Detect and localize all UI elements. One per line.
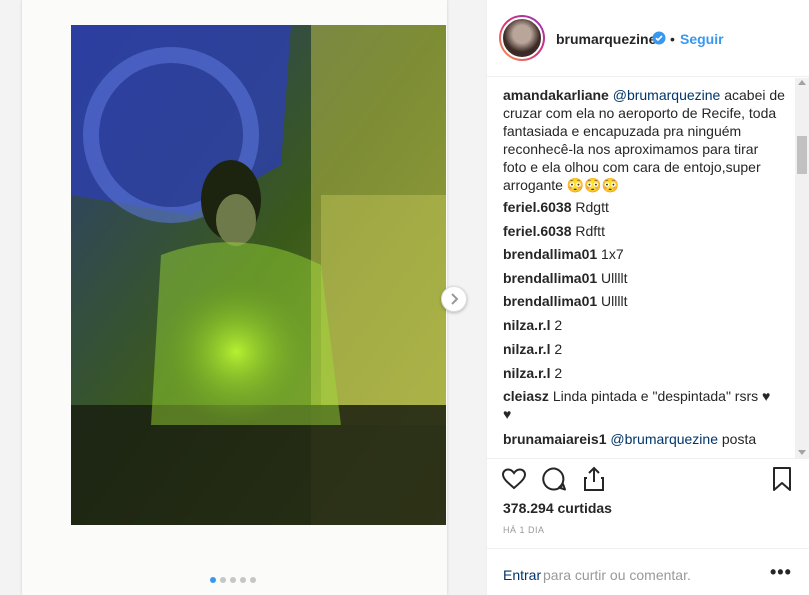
login-prompt-text: para curtir ou comentar. [543,567,691,583]
carousel-indicator [210,577,256,583]
carousel-dot [240,577,246,583]
comment-text: 2 [554,317,563,333]
comment-icon[interactable] [541,466,567,492]
comment-mention[interactable]: @brumarquezine [610,431,718,447]
comment-item: brendallima01 Ullllt [503,269,787,287]
likes-count[interactable]: 378.294 curtidas [503,500,612,516]
comment-text: ♥ [503,406,512,422]
bookmark-icon[interactable] [769,466,795,492]
login-link[interactable]: Entrar [503,567,541,583]
comment-text: 1x7 [601,246,624,262]
comment-text: cruzar com ela no aeroporto de Recife, t… [503,105,777,121]
comment-item: feriel.6038 Rdgtt [503,198,787,216]
comment-text: fantasiada e encapuzada pra ninguém [503,123,742,139]
separator: • [670,31,675,47]
comment-item: amandakarliane @brumarquezine acabei de … [503,86,787,194]
comment-item: feriel.6038 Rdftt [503,222,787,240]
comment-item: brunamaiareis1 @brumarquezine posta [503,430,787,448]
media-area [0,0,486,595]
comment-mention[interactable]: @brumarquezine [613,87,721,103]
comment-item: brendallima01 Ullllt [503,292,787,310]
post-header: brumarquezine • Seguir [487,0,809,77]
username[interactable]: brumarquezine [556,31,656,47]
add-comment-bar: Entrar para curtir ou comentar. ••• [487,548,809,595]
post-photo[interactable] [71,25,446,525]
comment-item: nilza.r.l 2 [503,316,787,334]
comment-username[interactable]: brendallima01 [503,270,597,286]
comment-text: acabei de [724,87,785,103]
scroll-up-arrow-icon[interactable] [798,80,806,85]
comment-username[interactable]: feriel.6038 [503,223,572,239]
comment-username[interactable]: brendallima01 [503,246,597,262]
comment-text: Ullllt [601,270,628,286]
comment-text: arrogante 😳😳😳 [503,177,620,193]
carousel-dot [210,577,216,583]
comment-username[interactable]: nilza.r.l [503,365,550,381]
scroll-down-arrow-icon[interactable] [798,450,806,455]
comments-list: amandakarliane @brumarquezine acabei de … [487,78,809,458]
follow-button[interactable]: Seguir [680,31,724,47]
comment-text: 2 [554,341,563,357]
action-bar [487,458,809,498]
scroll-thumb[interactable] [797,136,807,174]
polaroid-frame [22,0,447,595]
heart-icon[interactable] [501,466,527,492]
more-options-button[interactable]: ••• [770,562,792,583]
comment-username[interactable]: feriel.6038 [503,199,572,215]
comment-text: Ullllt [601,293,628,309]
next-photo-button[interactable] [441,286,467,312]
comment-username[interactable]: nilza.r.l [503,341,550,357]
avatar[interactable] [499,15,545,61]
post-timestamp[interactable]: HÁ 1 DIA [503,525,545,535]
comments-scrollbar[interactable] [795,78,809,458]
carousel-dot [220,577,226,583]
comment-username[interactable]: amandakarliane [503,87,609,103]
comment-username[interactable]: cleiasz [503,388,549,404]
share-icon[interactable] [581,466,607,492]
photo-illustration [71,25,446,525]
carousel-dot [250,577,256,583]
comment-text: Rdgtt [575,199,609,215]
comment-text: Rdftt [575,223,605,239]
comment-item: cleiasz Linda pintada e "despintada" rsr… [503,387,787,423]
comment-text: 2 [554,365,563,381]
comment-username[interactable]: brendallima01 [503,293,597,309]
comment-text: Linda pintada e "despintada" rsrs ♥ [552,388,771,404]
comment-text: posta [721,431,757,447]
comment-text: foto e ela olhou com cara de entojo,supe… [503,159,761,175]
chevron-right-icon [451,293,459,305]
comment-item: brendallima01 1x7 [503,245,787,263]
comment-username[interactable]: nilza.r.l [503,317,550,333]
comment-text: reconhecê-la nos aproximamos para tirar [503,141,759,157]
comment-username[interactable]: brunamaiareis1 [503,431,607,447]
verified-badge-icon [652,31,666,45]
carousel-dot [230,577,236,583]
post-details-panel: brumarquezine • Seguir amandakarliane @b… [486,0,809,595]
comment-item: nilza.r.l 2 [503,364,787,382]
comment-item: nilza.r.l 2 [503,340,787,358]
